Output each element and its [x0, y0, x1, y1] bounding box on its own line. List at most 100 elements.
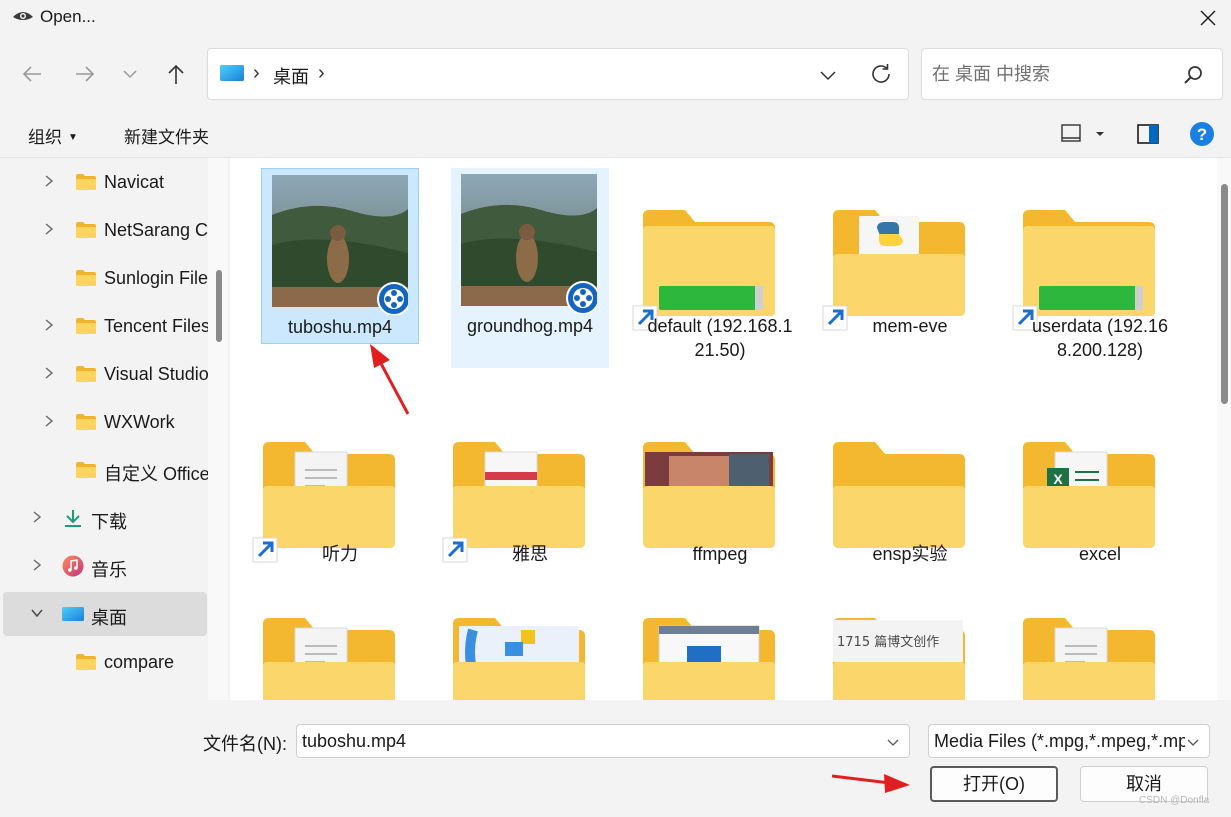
address-history-dropdown-icon[interactable]	[816, 63, 840, 87]
folder-icon	[1012, 174, 1167, 331]
help-icon[interactable]: ?	[1189, 121, 1215, 147]
filename-input[interactable]	[302, 729, 872, 753]
organize-label: 组织	[28, 128, 62, 147]
search-icon[interactable]	[1182, 64, 1204, 86]
chevron-right-icon[interactable]	[42, 318, 56, 332]
breadcrumb-desktop[interactable]: 桌面	[273, 63, 309, 89]
folder-item[interactable]	[451, 590, 609, 700]
organize-menu-button[interactable]: 组织 ▼	[28, 123, 78, 148]
address-bar[interactable]: › 桌面 ›	[207, 48, 909, 100]
command-toolbar: 组织 ▼ 新建文件夹 ?	[0, 110, 1231, 158]
chevron-right-icon[interactable]	[42, 174, 56, 188]
folder-icon	[75, 269, 97, 287]
navigation-pane: Navicat NetSarang Computer Sunlogin Files T…	[0, 158, 230, 700]
search-input[interactable]	[932, 61, 1172, 87]
chevron-right-icon[interactable]	[30, 510, 44, 524]
folder-icon	[75, 461, 97, 479]
sidebar-item[interactable]: 音乐	[0, 544, 210, 588]
chevron-right-icon[interactable]	[42, 414, 56, 428]
sidebar-item-label: NetSarang Computer	[104, 220, 210, 240]
title-bar: Open...	[0, 0, 1231, 36]
folder-item[interactable]: ffmpeg	[641, 414, 799, 574]
folder-icon	[75, 221, 97, 239]
folder-icon	[75, 653, 97, 671]
close-button[interactable]	[1185, 0, 1231, 36]
sidebar-item[interactable]: Navicat	[0, 160, 210, 204]
file-name-label: userdata (192.168.200.128)	[1031, 316, 1169, 360]
chevron-down-icon	[1185, 734, 1201, 750]
folder-icon	[822, 174, 977, 331]
folder-item[interactable]	[641, 590, 799, 700]
chevron-right-icon[interactable]	[30, 558, 44, 572]
annotation-arrow-icon	[831, 774, 910, 793]
folder-item[interactable]: Xexcel	[1021, 414, 1179, 574]
forward-button[interactable]	[71, 60, 99, 88]
folder-icon	[833, 420, 977, 560]
scrollbar-thumb[interactable]	[1221, 184, 1228, 404]
folder-item[interactable]	[1021, 590, 1179, 700]
new-folder-button[interactable]: 新建文件夹	[124, 123, 209, 148]
folder-icon	[252, 420, 407, 563]
file-view-scrollbar[interactable]	[1217, 158, 1231, 700]
sidebar-item-label: Sunlogin Files	[104, 268, 210, 288]
back-button[interactable]	[18, 60, 46, 88]
video-file-item[interactable]: groundhog.mp4	[451, 168, 609, 368]
video-thumbnail	[461, 174, 600, 315]
file-name-label: 雅思	[512, 544, 548, 564]
folder-item[interactable]: 1715 篇博文创作	[831, 590, 989, 700]
sidebar-item[interactable]: 自定义 Office 模板	[0, 448, 210, 492]
caret-down-icon: ▼	[68, 132, 78, 143]
folder-icon	[263, 596, 407, 700]
folder-item[interactable]: 听力	[252, 414, 419, 574]
view-options-button[interactable]	[1060, 122, 1110, 146]
file-name-label: default (192.168.121.50)	[647, 316, 793, 360]
folder-icon	[632, 174, 787, 331]
folder-icon: X	[1023, 420, 1167, 560]
video-file-item[interactable]: tuboshu.mp4	[261, 168, 419, 344]
file-name-label: mem-eve	[872, 316, 948, 336]
close-icon	[1200, 10, 1216, 26]
search-box[interactable]	[921, 48, 1223, 100]
chevron-down-icon[interactable]	[885, 734, 901, 750]
chevron-right-icon[interactable]	[42, 366, 56, 380]
folder-item[interactable]: default (192.168.121.50)	[632, 168, 799, 368]
folder-icon: 1715 篇博文创作	[833, 596, 977, 700]
folder-icon	[75, 365, 97, 383]
filename-combobox[interactable]	[296, 724, 910, 758]
file-type-select[interactable]: Media Files (*.mpg,*.mpeg,*.mp4,*.avi)	[928, 724, 1210, 758]
folder-icon	[643, 420, 787, 560]
annotation-arrow-icon	[370, 344, 410, 415]
sidebar-item[interactable]: compare	[0, 640, 210, 684]
sidebar-item[interactable]: WXWork	[0, 400, 210, 444]
file-name-label: ensp实验	[872, 544, 948, 564]
folder-item[interactable]: 雅思	[442, 414, 609, 574]
up-button[interactable]	[162, 60, 190, 88]
sidebar-item-label: 音乐	[91, 560, 127, 580]
breadcrumb-separator-icon: ›	[253, 62, 260, 84]
sidebar-item[interactable]: 桌面	[3, 592, 207, 636]
scrollbar-thumb[interactable]	[216, 270, 222, 342]
sidebar-item[interactable]: 下载	[0, 496, 210, 540]
sidebar-item[interactable]: NetSarang Computer	[0, 208, 210, 252]
folder-item[interactable]: mem-eve	[822, 168, 989, 368]
chevron-right-icon[interactable]	[42, 222, 56, 236]
desktop-icon	[62, 605, 84, 623]
folder-item[interactable]: ensp实验	[831, 414, 989, 574]
chevron-down-icon[interactable]	[30, 606, 44, 620]
refresh-icon[interactable]	[868, 61, 894, 87]
sidebar-item-label: Visual Studio	[104, 364, 209, 384]
open-button[interactable]: 打开(O)	[930, 766, 1058, 802]
dialog-footer: 文件名(N): Media Files (*.mpg,*.mpeg,*.mp4,…	[0, 700, 1231, 817]
file-name-label: groundhog.mp4	[466, 316, 594, 336]
sidebar-item-label: 桌面	[91, 608, 127, 628]
sidebar-item[interactable]: Sunlogin Files	[0, 256, 210, 300]
sidebar-item[interactable]: Visual Studio	[0, 352, 210, 396]
breadcrumb-separator-icon[interactable]: ›	[318, 62, 325, 85]
recent-locations-button[interactable]	[116, 60, 144, 88]
folder-item[interactable]: userdata (192.168.200.128)	[1012, 168, 1179, 368]
preview-pane-icon[interactable]	[1136, 122, 1160, 146]
folder-item[interactable]	[261, 590, 419, 700]
sidebar-item-label: 下载	[91, 512, 127, 532]
sidebar-item[interactable]: Tencent Files	[0, 304, 210, 348]
navigation-pane-scrollbar[interactable]	[208, 158, 228, 700]
